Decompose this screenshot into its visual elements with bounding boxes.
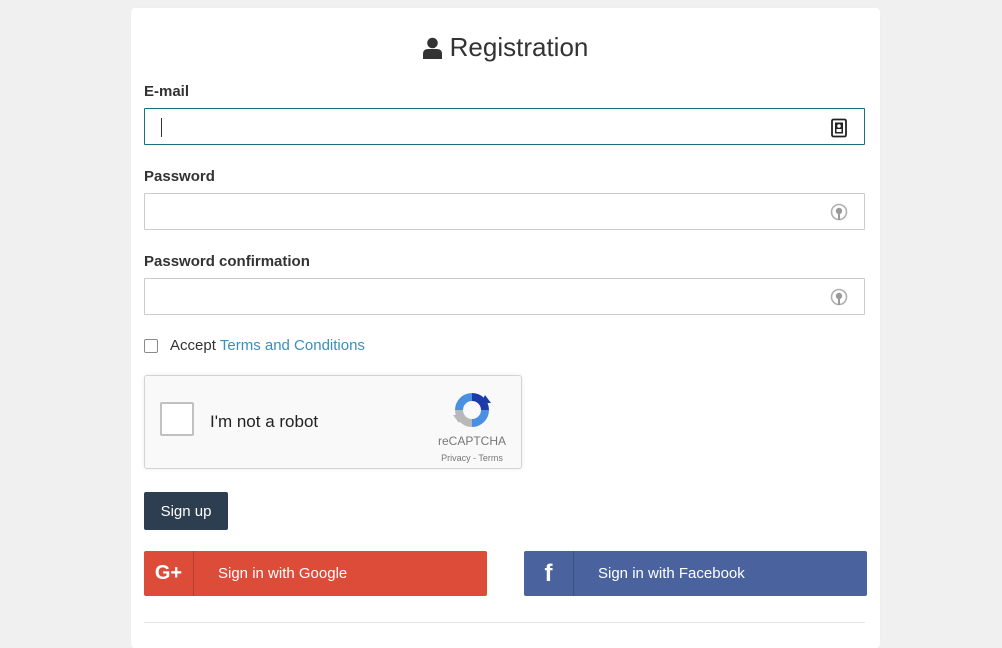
google-sign-in-button[interactable]: G+ Sign in with Google [144,551,487,596]
recaptcha-logo-icon [453,393,491,427]
recaptcha-widget: I'm not a robot reCAPTCHA Privacy - Term… [144,375,522,469]
facebook-icon: f [524,551,574,596]
user-icon [422,37,442,59]
email-field[interactable] [145,109,864,144]
page-title-text: Registration [449,32,589,62]
recaptcha-brand: reCAPTCHA [437,434,506,448]
password-field[interactable] [145,194,864,229]
google-sign-in-label: Sign in with Google [218,565,348,582]
google-plus-icon: G+ [144,551,194,596]
terms-link[interactable]: Terms and Conditions [220,337,365,354]
text-caret [161,118,162,137]
facebook-sign-in-button[interactable]: f Sign in with Facebook [524,551,867,596]
email-label: E-mail [144,83,190,100]
recaptcha-label: I'm not a robot [210,412,319,431]
divider [144,622,865,623]
password-label: Password [144,168,215,185]
password-confirmation-field-wrapper [144,278,865,315]
email-field-wrapper [144,108,865,145]
password-confirmation-field[interactable] [145,279,864,314]
contact-card-icon [831,118,847,138]
accept-terms-row: Accept Terms and Conditions [144,337,365,354]
accept-terms-checkbox[interactable] [144,338,158,353]
recaptcha-checkbox[interactable] [160,402,194,436]
registration-card: Registration E-mail Password Password co… [131,8,880,648]
key-icon [830,203,848,221]
sign-up-button[interactable]: Sign up [144,492,228,530]
accept-text: Accept [170,337,216,354]
password-field-wrapper [144,193,865,230]
recaptcha-privacy-terms-links[interactable]: Privacy - Terms [425,453,519,463]
password-confirmation-label: Password confirmation [144,253,310,270]
page-title: Registration [131,32,880,63]
facebook-sign-in-label: Sign in with Facebook [598,565,745,582]
key-icon [830,288,848,306]
